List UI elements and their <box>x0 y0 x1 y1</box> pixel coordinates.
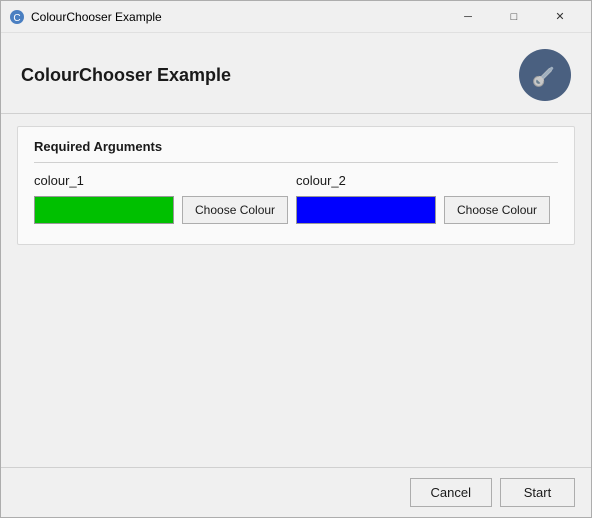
close-button[interactable]: ✕ <box>537 1 583 33</box>
colour-1-group: colour_1 Choose Colour <box>34 173 296 224</box>
colour-2-label: colour_2 <box>296 173 558 188</box>
title-bar-buttons: ─ □ ✕ <box>445 1 583 33</box>
spacer <box>1 257 591 467</box>
main-window: C ColourChooser Example ─ □ ✕ ColourChoo… <box>0 0 592 518</box>
content-area: ColourChooser Example <box>1 33 591 517</box>
required-arguments-section: Required Arguments colour_1 Choose Colou… <box>17 126 575 245</box>
maximize-button[interactable]: □ <box>491 1 537 33</box>
app-icon: C <box>9 9 25 25</box>
start-button[interactable]: Start <box>500 478 575 507</box>
colour-2-row: Choose Colour <box>296 196 558 224</box>
header: ColourChooser Example <box>1 33 591 114</box>
minimize-button[interactable]: ─ <box>445 1 491 33</box>
colour-1-row: Choose Colour <box>34 196 296 224</box>
svg-text:C: C <box>13 13 20 24</box>
title-bar-text: ColourChooser Example <box>31 10 445 24</box>
title-bar: C ColourChooser Example ─ □ ✕ <box>1 1 591 33</box>
colour-1-swatch <box>34 196 174 224</box>
wrench-icon <box>519 49 571 101</box>
arguments-row: colour_1 Choose Colour colour_2 Choose C… <box>34 173 558 224</box>
choose-colour-2-button[interactable]: Choose Colour <box>444 196 550 224</box>
colour-1-label: colour_1 <box>34 173 296 188</box>
colour-2-swatch <box>296 196 436 224</box>
footer: Cancel Start <box>1 467 591 517</box>
colour-2-group: colour_2 Choose Colour <box>296 173 558 224</box>
cancel-button[interactable]: Cancel <box>410 478 492 507</box>
app-title: ColourChooser Example <box>21 65 231 86</box>
choose-colour-1-button[interactable]: Choose Colour <box>182 196 288 224</box>
section-title: Required Arguments <box>34 139 558 163</box>
main-panel: Required Arguments colour_1 Choose Colou… <box>1 114 591 467</box>
